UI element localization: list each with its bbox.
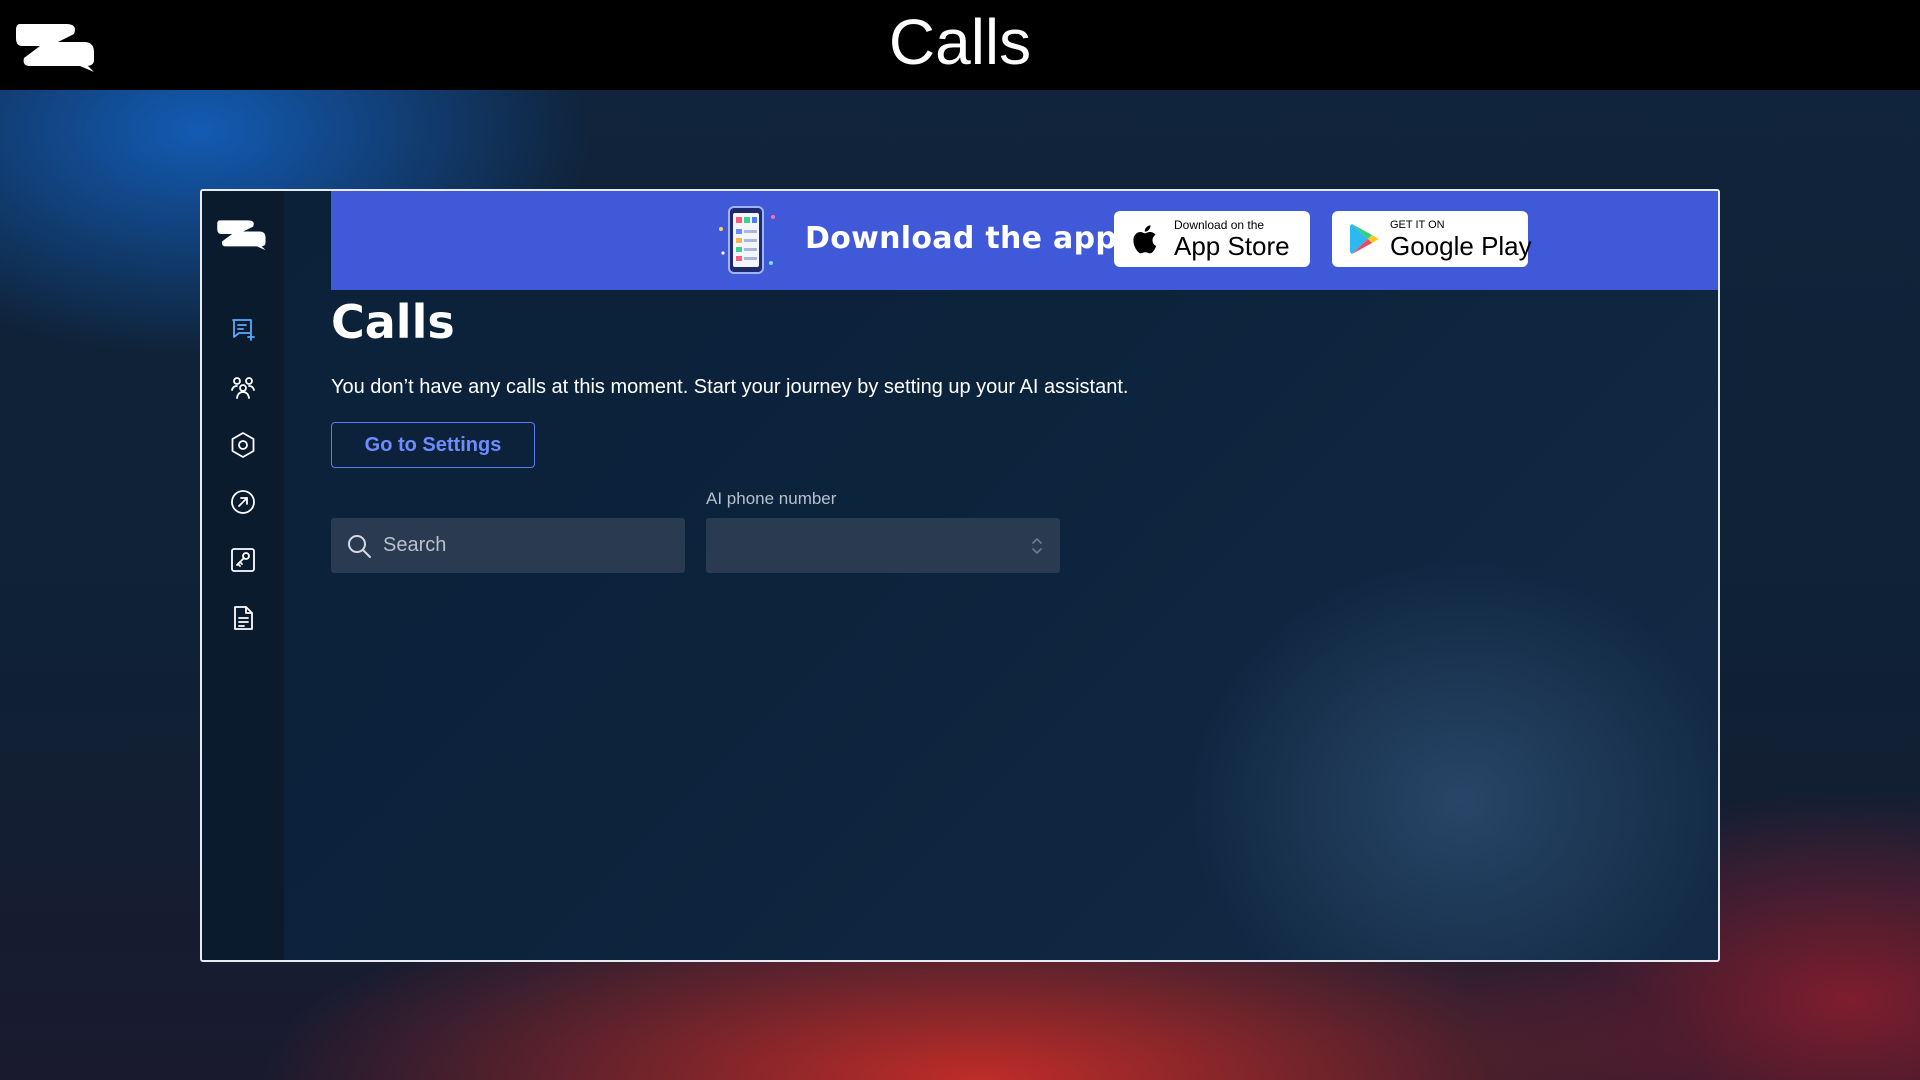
app-store-big-text: App Store — [1174, 231, 1290, 261]
ai-phone-number-select[interactable] — [706, 518, 1060, 573]
empty-state-message: You don’t have any calls at this moment.… — [331, 376, 1129, 398]
hexagon-settings-icon — [231, 432, 255, 458]
window-title: Calls — [888, 6, 1032, 78]
sidebar-logo-icon[interactable] — [216, 217, 268, 251]
google-play-big-text: Google Play — [1390, 231, 1532, 261]
sidebar-item-contacts[interactable] — [227, 371, 259, 403]
ai-phone-number-label: AI phone number — [706, 489, 837, 508]
sidebar-item-keys[interactable] — [227, 544, 259, 576]
key-icon — [231, 548, 255, 572]
google-play-icon — [1350, 224, 1379, 254]
sidebar-item-new-chat[interactable] — [227, 313, 259, 345]
search-input[interactable] — [383, 518, 673, 573]
download-app-text: Download the app — [805, 221, 1118, 256]
app-store-small-text: Download on the — [1174, 218, 1265, 232]
document-icon — [234, 606, 253, 630]
search-field[interactable] — [331, 518, 685, 573]
sidebar-item-settings[interactable] — [227, 429, 259, 461]
app-window: Download the app Download on the App Sto… — [200, 189, 1720, 962]
search-icon — [348, 535, 371, 558]
phone-app-icon — [719, 206, 775, 274]
page-title: Calls — [331, 295, 455, 349]
title-bar: Calls — [0, 0, 1920, 90]
download-banner: Download the app Download on the App Sto… — [331, 191, 1718, 290]
sidebar — [202, 191, 284, 960]
app-store-button[interactable]: Download on the App Store — [1114, 211, 1310, 267]
apple-icon — [1133, 225, 1157, 254]
google-play-button[interactable]: GET IT ON Google Play — [1332, 211, 1532, 267]
chat-plus-icon — [232, 319, 255, 341]
users-icon — [231, 377, 255, 399]
sidebar-item-documents[interactable] — [227, 602, 259, 634]
chevron-up-down-icon — [1032, 538, 1042, 554]
google-play-small-text: GET IT ON — [1390, 219, 1445, 231]
sidebar-item-explore[interactable] — [227, 486, 259, 518]
go-to-settings-button[interactable]: Go to Settings — [331, 422, 535, 468]
arrow-circle-icon — [231, 490, 255, 514]
